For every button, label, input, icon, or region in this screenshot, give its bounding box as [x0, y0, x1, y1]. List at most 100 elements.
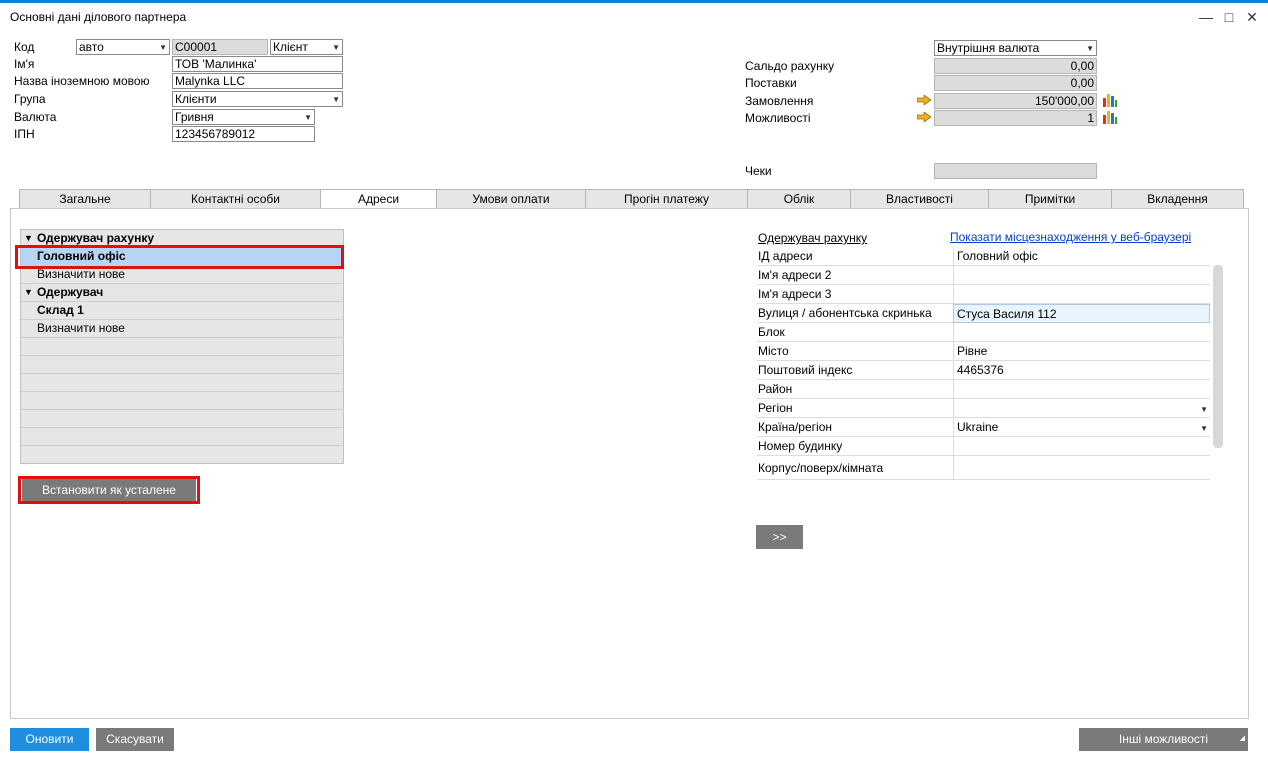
tab-payment-run[interactable]: Прогін платежу: [585, 189, 748, 209]
title-bar: Основні дані ділового партнера — □ ✕: [0, 0, 1268, 32]
address-id-field[interactable]: Головний офіс: [953, 247, 1210, 266]
county-field[interactable]: [953, 380, 1210, 399]
map-link[interactable]: Показати місцезнаходження у веб-браузері: [950, 230, 1191, 244]
orders-label: Замовлення: [745, 94, 814, 108]
address-row-city: Місто Рівне: [757, 342, 1210, 361]
code-label: Код: [14, 40, 35, 54]
ship-to-new-label: Визначити нове: [37, 321, 125, 335]
floor-room-field[interactable]: [953, 456, 1210, 480]
code-field[interactable]: C00001: [172, 39, 268, 55]
state-select[interactable]: [953, 399, 1210, 419]
field-label: Район: [758, 382, 793, 396]
name-field[interactable]: ТОВ 'Малинка': [172, 56, 343, 72]
checks-label: Чеки: [745, 164, 772, 178]
opportunities-chart-icon[interactable]: [1102, 109, 1118, 125]
tab-bar: Загальне Контактні особи Адреси Умови оп…: [19, 189, 1244, 210]
address-name3-field[interactable]: [953, 285, 1210, 304]
address-row-name3: Ім'я адреси 3: [757, 285, 1210, 304]
tree-empty-row: [21, 410, 343, 428]
tree-ship-to-header[interactable]: ▼ Одержувач: [21, 284, 343, 302]
details-scrollbar[interactable]: [1213, 265, 1223, 448]
tab-properties[interactable]: Властивості: [850, 189, 989, 209]
address-row-block: Блок: [757, 323, 1210, 342]
bp-type-select[interactable]: Клієнт: [270, 39, 343, 55]
ship-to-header-label: Одержувач: [37, 285, 104, 299]
field-label: Ім'я адреси 3: [758, 287, 832, 301]
collapse-icon[interactable]: ▼: [24, 284, 33, 301]
address-row-building: Номер будинку: [757, 437, 1210, 456]
street-field[interactable]: Стуса Василя 112: [953, 304, 1210, 323]
tab-attachments[interactable]: Вкладення: [1111, 189, 1244, 209]
name-label: Ім'я: [14, 57, 35, 71]
window-title: Основні дані ділового партнера: [10, 10, 187, 24]
opportunities-label: Можливості: [745, 111, 811, 125]
minimize-icon[interactable]: —: [1196, 7, 1216, 27]
more-options-label: Інші можливості: [1118, 732, 1209, 746]
tab-addresses[interactable]: Адреси: [320, 189, 437, 210]
field-label: Поштовий індекс: [758, 363, 853, 377]
field-label: ІД адреси: [758, 249, 813, 263]
address-name2-field[interactable]: [953, 266, 1210, 285]
group-select[interactable]: Клієнти: [172, 91, 343, 107]
currency-mode-select[interactable]: Внутрішня валюта: [934, 40, 1097, 56]
expand-button[interactable]: >>: [756, 525, 803, 549]
tab-payment-terms[interactable]: Умови оплати: [436, 189, 586, 209]
tree-empty-row: [21, 428, 343, 446]
more-options-button[interactable]: Інші можливості ◢: [1079, 728, 1248, 751]
checks-field: [934, 163, 1097, 179]
address-row-zip: Поштовий індекс 4465376: [757, 361, 1210, 380]
field-label: Вулиця / абонентська скринька: [758, 306, 932, 320]
field-label: Місто: [758, 344, 789, 358]
address-row-name2: Ім'я адреси 2: [757, 266, 1210, 285]
tab-general[interactable]: Загальне: [19, 189, 151, 209]
city-field[interactable]: Рівне: [953, 342, 1210, 361]
close-icon[interactable]: ✕: [1242, 7, 1262, 27]
highlight-set-default: [18, 476, 200, 504]
tree-ship-to-new[interactable]: Визначити нове: [21, 320, 343, 338]
maximize-icon[interactable]: □: [1219, 7, 1239, 27]
corner-triangle-icon: ◢: [1239, 735, 1245, 742]
field-label: Країна/регіон: [758, 420, 832, 434]
orders-field: 150'000,00: [934, 93, 1097, 109]
deliveries-label: Поставки: [745, 76, 797, 90]
zip-field[interactable]: 4465376: [953, 361, 1210, 380]
address-row-county: Район: [757, 380, 1210, 399]
tax-label: ІПН: [14, 127, 35, 141]
tab-accounting[interactable]: Облік: [747, 189, 851, 209]
block-field[interactable]: [953, 323, 1210, 342]
tax-field[interactable]: 123456789012: [172, 126, 315, 142]
tree-empty-row: [21, 374, 343, 392]
orders-link-arrow-icon[interactable]: [917, 95, 931, 105]
balance-label: Сальдо рахунку: [745, 59, 835, 73]
opportunities-field: 1: [934, 110, 1097, 126]
address-row-state: Регіон: [757, 399, 1210, 419]
update-button[interactable]: Оновити: [10, 728, 89, 751]
balance-field: 0,00: [934, 58, 1097, 74]
tree-empty-row: [21, 338, 343, 356]
field-label: Корпус/поверх/кімната: [758, 461, 884, 475]
field-label: Ім'я адреси 2: [758, 268, 832, 282]
foreign-name-field[interactable]: Malynka LLC: [172, 73, 343, 89]
tab-contact-persons[interactable]: Контактні особи: [150, 189, 321, 209]
building-number-field[interactable]: [953, 437, 1210, 456]
opportunities-link-arrow-icon[interactable]: [917, 112, 931, 122]
address-row-street: Вулиця / абонентська скринька Стуса Васил…: [757, 304, 1210, 323]
foreign-name-label: Назва іноземною мовою: [14, 74, 150, 88]
field-label: Блок: [758, 325, 785, 339]
address-row-country: Країна/регіон Ukraine: [757, 418, 1210, 438]
series-select[interactable]: авто: [76, 39, 170, 55]
field-label: Регіон: [758, 401, 793, 415]
country-select[interactable]: Ukraine: [953, 418, 1210, 438]
address-row-floor: Корпус/поверх/кімната: [757, 456, 1210, 480]
cancel-button[interactable]: Скасувати: [96, 728, 174, 751]
details-title: Одержувач рахунку: [758, 231, 868, 245]
ship-to-item-label: Склад 1: [37, 303, 84, 317]
tree-empty-row: [21, 356, 343, 374]
currency-select[interactable]: Гривня: [172, 109, 315, 125]
highlight-selected-address: [15, 245, 344, 269]
field-label: Номер будинку: [758, 439, 843, 453]
orders-chart-icon[interactable]: [1102, 92, 1118, 108]
tree-ship-to-item[interactable]: Склад 1: [21, 302, 343, 320]
address-row-id: ІД адреси Головний офіс: [757, 247, 1210, 266]
tab-remarks[interactable]: Примітки: [988, 189, 1112, 209]
